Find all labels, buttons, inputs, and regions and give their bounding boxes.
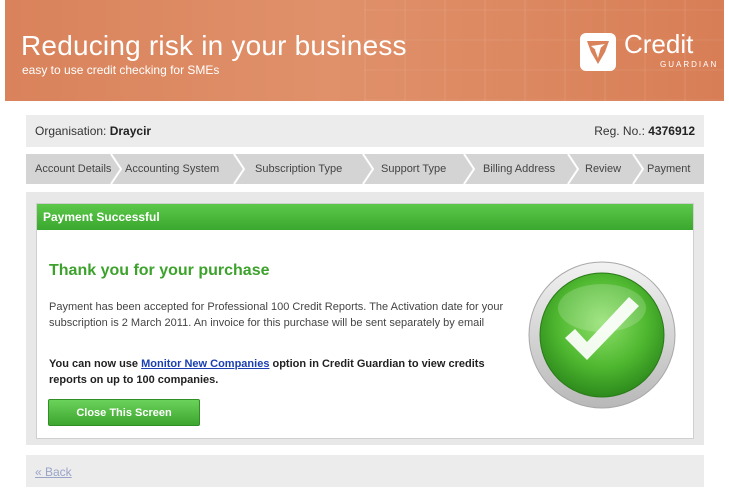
step-support-type[interactable]: Support Type xyxy=(381,154,446,184)
chevron-right-icon xyxy=(567,154,579,184)
header-banner: Reducing risk in your business easy to u… xyxy=(5,0,724,101)
step-subscription-type[interactable]: Subscription Type xyxy=(255,154,342,184)
logo-name: Credit xyxy=(624,29,694,59)
chevron-right-icon xyxy=(233,154,245,184)
credit-guardian-logo: Credit GUARDIAN xyxy=(580,29,720,73)
back-link[interactable]: « Back xyxy=(35,465,72,479)
organisation-name: Draycir xyxy=(109,124,152,138)
step-billing-address[interactable]: Billing Address xyxy=(483,154,555,184)
banner-subtitle: easy to use credit checking for SMEs xyxy=(22,63,220,77)
close-screen-button[interactable]: Close This Screen xyxy=(48,399,200,426)
thank-you-heading: Thank you for your purchase xyxy=(49,262,270,279)
organisation-info: Organisation: Draycir xyxy=(35,124,151,138)
registration-info: Reg. No.: 4376912 xyxy=(594,124,695,138)
organisation-bar: Organisation: Draycir Reg. No.: 4376912 xyxy=(26,115,704,147)
chevron-right-icon xyxy=(110,154,122,184)
wizard-steps: Account Details Accounting System Subscr… xyxy=(26,154,704,184)
chevron-right-icon xyxy=(463,154,475,184)
chevron-right-icon xyxy=(362,154,374,184)
registration-number: 4376912 xyxy=(648,124,695,138)
step-review[interactable]: Review xyxy=(585,154,621,184)
banner-title: Reducing risk in your business xyxy=(21,30,407,61)
green-checkmark-icon xyxy=(528,261,676,409)
logo-subtitle: GUARDIAN xyxy=(660,60,719,69)
monitor-note: You can now use Monitor New Companies op… xyxy=(49,356,499,388)
registration-label: Reg. No.: xyxy=(594,124,645,138)
panel-header: Payment Successful xyxy=(37,204,693,230)
shield-arrow-icon xyxy=(580,33,616,71)
payment-message: Payment has been accepted for Profession… xyxy=(49,301,504,329)
step-accounting-system[interactable]: Accounting System xyxy=(125,154,219,184)
note-prefix: You can now use xyxy=(49,358,142,370)
payment-panel: Payment Successful Thank you for your pu… xyxy=(36,203,694,439)
step-payment[interactable]: Payment xyxy=(647,154,690,184)
monitor-new-companies-link[interactable]: Monitor New Companies xyxy=(141,358,269,370)
chevron-right-icon xyxy=(632,154,644,184)
organisation-label: Organisation: xyxy=(35,124,107,138)
back-bar: « Back xyxy=(26,455,704,487)
step-account-details[interactable]: Account Details xyxy=(35,154,111,184)
